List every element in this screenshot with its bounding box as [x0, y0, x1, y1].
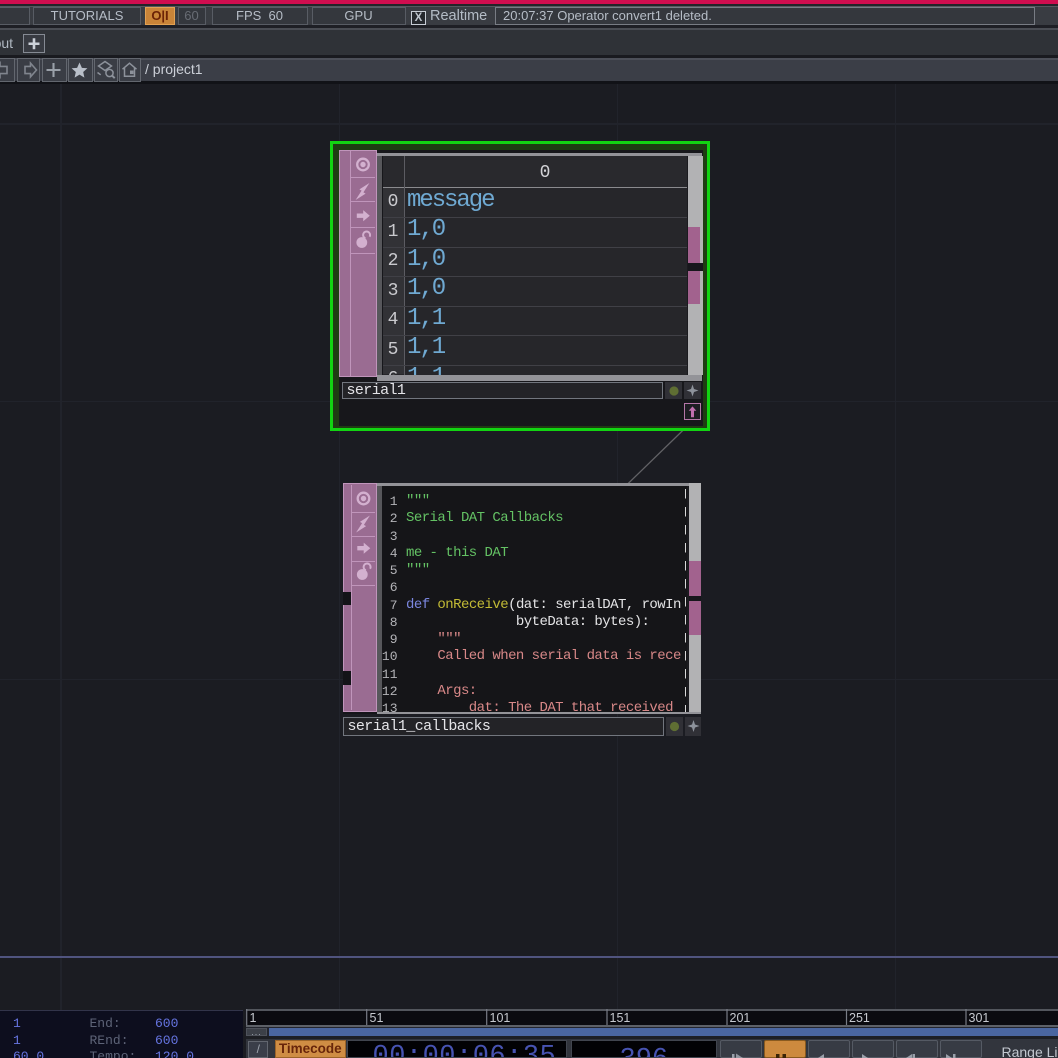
svg-text:151: 151	[609, 1011, 630, 1025]
svg-text:251: 251	[849, 1011, 870, 1025]
svg-text:301: 301	[968, 1011, 989, 1025]
svg-text:51: 51	[369, 1011, 383, 1025]
svg-text:201: 201	[729, 1011, 750, 1025]
svg-text:101: 101	[489, 1011, 510, 1025]
svg-text:1: 1	[249, 1011, 256, 1025]
